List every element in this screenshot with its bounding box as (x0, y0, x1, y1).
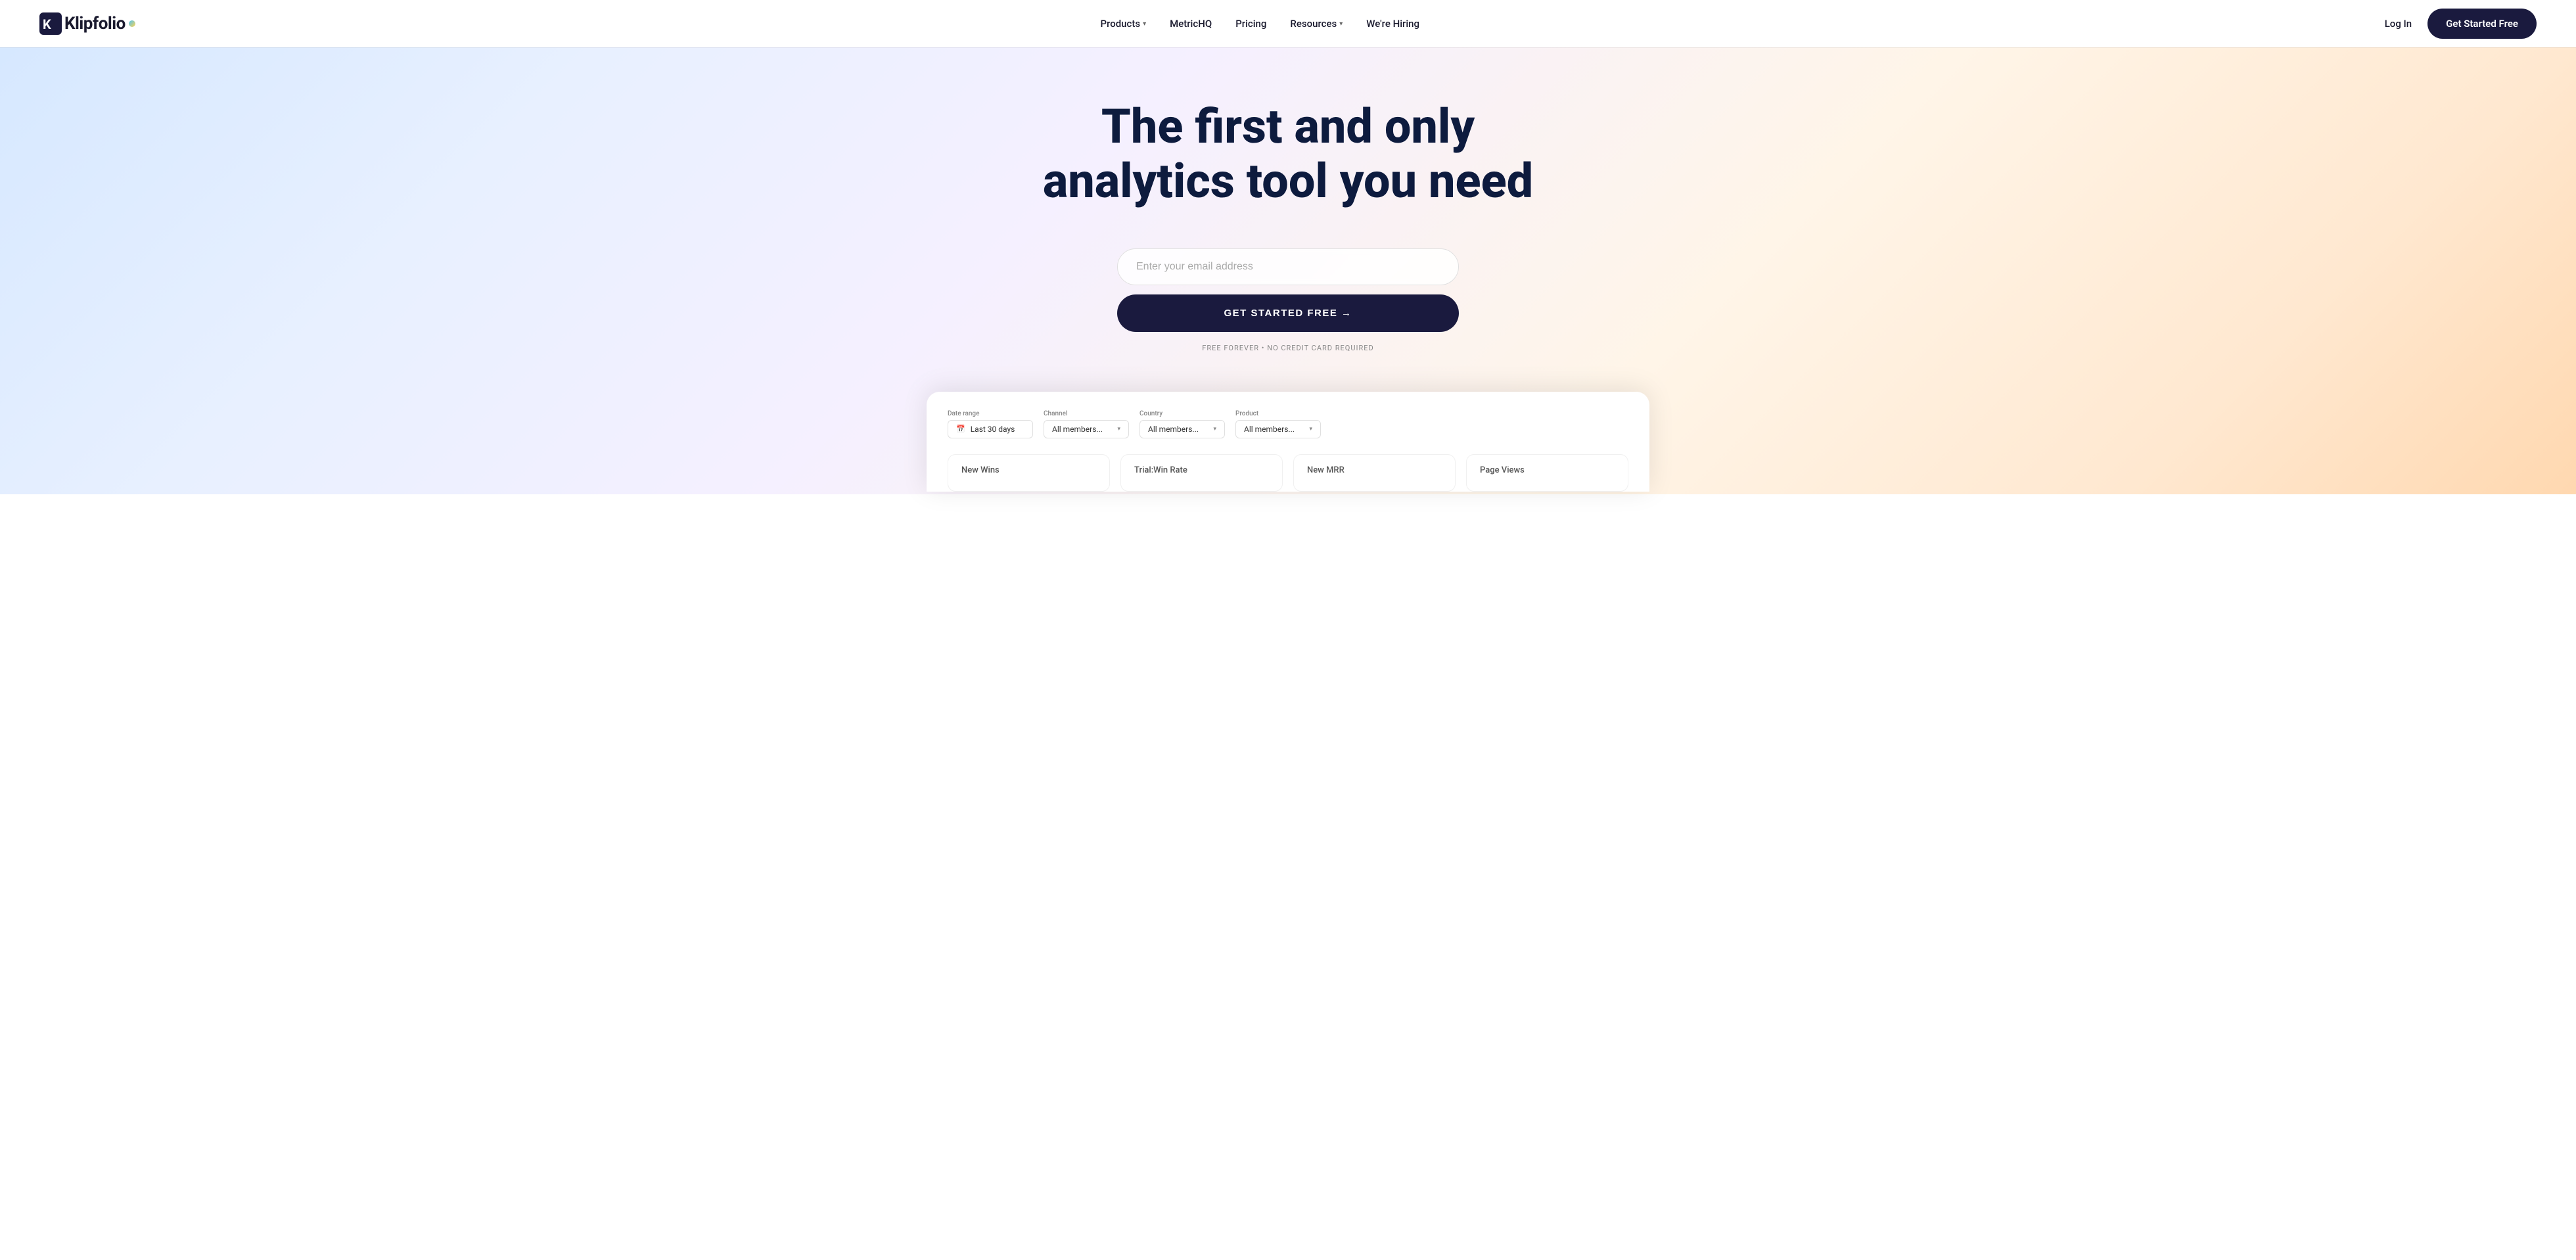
nav-link-pricing[interactable]: Pricing (1235, 18, 1266, 30)
filter-channel-value: All members... (1052, 425, 1103, 434)
filter-product-label: Product (1235, 410, 1321, 417)
chevron-down-icon: ▾ (1213, 426, 1216, 432)
filter-date-range: Date range 📅 Last 30 days (948, 410, 1033, 438)
dashboard-preview: Date range 📅 Last 30 days Channel All me… (927, 392, 1649, 492)
metric-card-new-mrr: New MRR (1293, 454, 1456, 492)
filter-country-select[interactable]: All members... ▾ (1139, 420, 1225, 438)
nav-link-metrichq[interactable]: MetricHQ (1170, 18, 1212, 30)
chevron-down-icon: ▾ (1143, 20, 1146, 28)
nav-item-metrichq[interactable]: MetricHQ (1170, 18, 1212, 30)
nav-right: Log In Get Started Free (2385, 9, 2537, 39)
nav-item-resources[interactable]: Resources ▾ (1290, 18, 1343, 30)
dashboard-filters: Date range 📅 Last 30 days Channel All me… (948, 410, 1628, 438)
nav-item-hiring[interactable]: We're Hiring (1366, 18, 1419, 30)
email-input[interactable] (1117, 248, 1459, 285)
hero-cta-button[interactable]: GET STARTED FREE → (1117, 294, 1459, 332)
filter-date-label: Date range (948, 410, 1033, 417)
hero-title: The first and only analytics tool you ne… (1043, 100, 1533, 209)
navbar: K Klipfolio Products ▾ MetricHQ Pricing … (0, 0, 2576, 47)
get-started-button[interactable]: Get Started Free (2427, 9, 2537, 39)
filter-country-value: All members... (1148, 425, 1199, 434)
hero-form: GET STARTED FREE → FREE FOREVER • NO CRE… (1117, 248, 1459, 352)
logo-text: Klipfolio (64, 14, 126, 34)
filter-date-select[interactable]: 📅 Last 30 days (948, 420, 1033, 438)
filter-product-value: All members... (1244, 425, 1295, 434)
logo[interactable]: K Klipfolio (39, 12, 135, 35)
nav-link-resources[interactable]: Resources ▾ (1290, 18, 1343, 30)
filter-product: Product All members... ▾ (1235, 410, 1321, 438)
metric-title-trial-win-rate: Trial:Win Rate (1134, 465, 1269, 475)
chevron-down-icon: ▾ (1117, 426, 1120, 432)
filter-product-select[interactable]: All members... ▾ (1235, 420, 1321, 438)
nav-item-products[interactable]: Products ▾ (1101, 18, 1147, 30)
dashboard-metrics: New Wins Trial:Win Rate New MRR Page Vie… (948, 454, 1628, 492)
nav-links: Products ▾ MetricHQ Pricing Resources ▾ … (1101, 18, 1420, 30)
filter-date-value: Last 30 days (971, 425, 1015, 434)
chevron-down-icon: ▾ (1309, 426, 1312, 432)
filter-country-label: Country (1139, 410, 1225, 417)
filter-channel-label: Channel (1044, 410, 1129, 417)
logo-dot-icon (129, 20, 135, 27)
hero-section: The first and only analytics tool you ne… (0, 47, 2576, 494)
metric-card-trial-win-rate: Trial:Win Rate (1120, 454, 1283, 492)
filter-country: Country All members... ▾ (1139, 410, 1225, 438)
logo-icon: K (39, 12, 62, 35)
metric-title-page-views: Page Views (1480, 465, 1615, 475)
calendar-icon: 📅 (956, 425, 965, 433)
metric-card-new-wins: New Wins (948, 454, 1110, 492)
svg-text:K: K (43, 16, 51, 32)
nav-item-pricing[interactable]: Pricing (1235, 18, 1266, 30)
nav-link-products[interactable]: Products ▾ (1101, 18, 1147, 30)
chevron-down-icon: ▾ (1339, 20, 1343, 28)
login-link[interactable]: Log In (2385, 18, 2412, 30)
metric-card-page-views: Page Views (1466, 454, 1628, 492)
filter-channel: Channel All members... ▾ (1044, 410, 1129, 438)
filter-channel-select[interactable]: All members... ▾ (1044, 420, 1129, 438)
metric-title-new-mrr: New MRR (1307, 465, 1442, 475)
disclaimer-text: FREE FOREVER • NO CREDIT CARD REQUIRED (1202, 344, 1373, 352)
nav-link-hiring[interactable]: We're Hiring (1366, 18, 1419, 30)
metric-title-new-wins: New Wins (961, 465, 1096, 475)
